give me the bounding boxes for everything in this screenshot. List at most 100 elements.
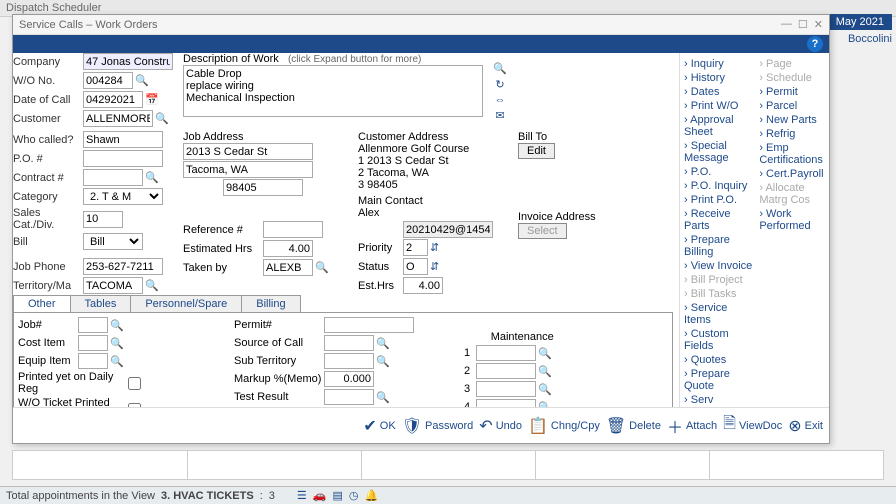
invoice-select-button[interactable]: Select [518,223,567,239]
chngcpy-button[interactable]: 📋Chng/Cpy [528,416,600,436]
who-field[interactable] [83,131,163,148]
search-icon[interactable]: 🔍 [536,401,554,408]
category-select[interactable]: 2. T & M [83,188,163,205]
help-icon[interactable]: ? [807,36,823,52]
source-field[interactable] [324,335,374,351]
search-icon[interactable]: 🔍 [536,383,554,396]
delete-button[interactable]: 🗑Delete [606,416,661,436]
viewdoc-button[interactable]: 🗎ViewDoc [723,412,782,439]
link-icon[interactable]: ✉ [493,109,507,122]
takenby-field[interactable] [263,259,313,276]
list-icon[interactable]: ▤ [332,489,342,502]
quicklink-refrig[interactable]: Refrig [759,127,825,141]
subterr-field[interactable] [324,353,374,369]
quicklink-print-w-o[interactable]: Print W/O [684,99,755,113]
quicklink-cert-payroll[interactable]: Cert.Payroll [759,167,825,181]
calendar-icon[interactable]: 📅 [143,93,161,106]
printedreg-checkbox[interactable] [128,377,141,390]
schedule-grid[interactable] [12,450,884,480]
jobaddr-line2[interactable] [183,161,313,178]
quicklink-prepare-quote[interactable]: Prepare Quote [684,367,755,393]
exit-button[interactable]: ⊗Exit [788,416,823,436]
search-icon[interactable]: 🔍 [143,279,161,292]
quicklink-approval-sheet[interactable]: Approval Sheet [684,113,755,139]
quicklink-view-invoice[interactable]: View Invoice [684,259,755,273]
tab-tables[interactable]: Tables [70,295,132,312]
stepper-icon[interactable]: ⇵ [428,260,441,273]
description-textarea[interactable]: Cable Drop replace wiring Mechanical Ins… [183,65,483,117]
costitem-field[interactable] [78,335,108,351]
quicklink-permit[interactable]: Permit [759,85,825,99]
maint-1-field[interactable] [476,345,536,361]
contract-field[interactable] [83,169,143,186]
tab-other[interactable]: Other [13,295,71,312]
jobphone-field[interactable] [83,258,163,275]
car-icon[interactable]: 🚗 [313,489,327,502]
ref-field[interactable] [263,221,323,238]
jobaddr-line1[interactable] [183,143,313,160]
esthrs-field[interactable] [263,240,313,257]
search-icon[interactable]: 🔍 [536,347,554,360]
search-icon[interactable]: 🔍 [108,355,126,368]
password-button[interactable]: 🛡Password [402,416,474,436]
woticket-checkbox[interactable] [128,403,141,408]
quicklink-emp-certifications[interactable]: Emp Certifications [759,141,825,167]
search-icon[interactable]: 🔍 [536,365,554,378]
tab-billing[interactable]: Billing [241,295,300,312]
quicklink-serv-recomm[interactable]: Serv Recomm [684,393,755,407]
attach-button[interactable]: ＋Attach [667,414,717,438]
search-icon[interactable]: 🔍 [493,62,507,75]
clock-icon[interactable]: ◷ [349,489,359,502]
equipitem-field[interactable] [78,353,108,369]
search-icon[interactable]: 🔍 [143,171,161,184]
quicklink-history[interactable]: History [684,71,755,85]
maximize-icon[interactable]: ☐ [798,18,808,31]
quicklink-custom-fields[interactable]: Custom Fields [684,327,755,353]
esthrs2-field[interactable] [403,277,443,294]
maint-4-field[interactable] [476,399,536,407]
quicklink-special-message[interactable]: Special Message [684,139,755,165]
wono-field[interactable] [83,72,133,89]
maint-2-field[interactable] [476,363,536,379]
search-icon[interactable]: 🔍 [153,112,171,125]
billto-edit-button[interactable]: Edit [518,143,555,159]
filter-icon[interactable]: ☰ [297,489,307,502]
minimize-icon[interactable]: — [781,18,792,31]
quicklink-service-items[interactable]: Service Items [684,301,755,327]
markup-field[interactable] [324,371,374,387]
quicklink-print-p-o-[interactable]: Print P.O. [684,193,755,207]
date-field[interactable] [83,91,143,108]
bell-icon[interactable]: 🔔 [364,489,378,502]
quicklink-p-o-inquiry[interactable]: P.O. Inquiry [684,179,755,193]
quicklink-new-parts[interactable]: New Parts [759,113,825,127]
quicklink-parcel[interactable]: Parcel [759,99,825,113]
calendar-pill[interactable]: May 2021 [828,14,892,30]
quicklink-inquiry[interactable]: Inquiry [684,57,755,71]
quicklink-p-o-[interactable]: P.O. [684,165,755,179]
testresult-field[interactable] [324,389,374,405]
stepper-icon[interactable]: ⇵ [428,241,441,254]
jobaddr-zip[interactable] [223,179,303,196]
search-icon[interactable]: 🔍 [133,74,151,87]
quicklink-prepare-billing[interactable]: Prepare Billing [684,233,755,259]
quicklink-receive-parts[interactable]: Receive Parts [684,207,755,233]
bill-select[interactable]: Bill [83,233,143,250]
search-icon[interactable]: 🔍 [108,337,126,350]
expand-icon[interactable]: ⇔ [493,94,507,106]
search-icon[interactable]: 🔍 [374,355,392,368]
quicklink-quotes[interactable]: Quotes [684,353,755,367]
quicklink-work-performed[interactable]: Work Performed [759,207,825,233]
quicklink-dates[interactable]: Dates [684,85,755,99]
search-icon[interactable]: 🔍 [313,261,331,274]
ok-button[interactable]: ✔OK [363,416,395,436]
customer-field[interactable] [83,110,153,127]
undo-button[interactable]: ↶Undo [479,416,522,436]
status-field[interactable] [403,258,428,275]
tab-personnel[interactable]: Personnel/Spare [130,295,242,312]
permit-field[interactable] [324,317,414,333]
po-field[interactable] [83,150,163,167]
jobnum-field[interactable] [78,317,108,333]
search-icon[interactable]: 🔍 [374,337,392,350]
maint-3-field[interactable] [476,381,536,397]
search-icon[interactable]: 🔍 [108,319,126,332]
